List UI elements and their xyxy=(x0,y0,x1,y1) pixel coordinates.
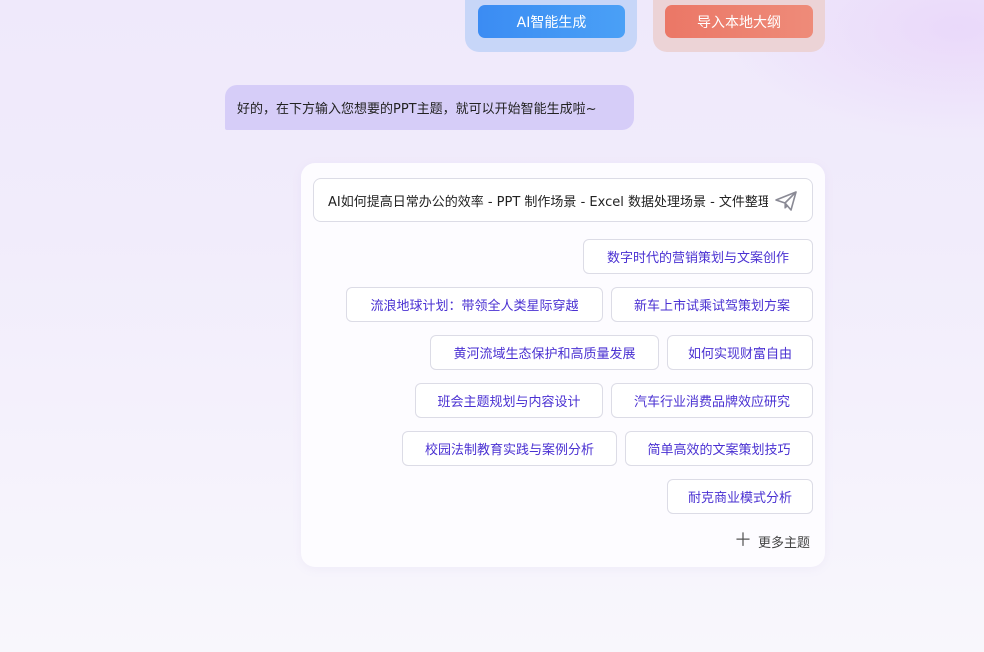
suggestion-chip[interactable]: 黄河流域生态保护和高质量发展 xyxy=(430,335,659,370)
suggestion-chip[interactable]: 流浪地球计划：带领全人类星际穿越 xyxy=(346,287,603,322)
import-outline-button[interactable]: 导入本地大纲 xyxy=(665,5,813,38)
ai-generate-button[interactable]: AI智能生成 xyxy=(478,5,625,38)
suggestion-chip[interactable]: 耐克商业模式分析 xyxy=(667,479,813,514)
bot-message-bubble: 好的，在下方输入您想要的PPT主题，就可以开始智能生成啦~ xyxy=(225,85,634,130)
bot-message-text: 好的，在下方输入您想要的PPT主题，就可以开始智能生成啦~ xyxy=(237,102,597,117)
plus-icon: ＋ xyxy=(734,530,752,551)
suggestion-chip[interactable]: 新车上市试乘试驾策划方案 xyxy=(611,287,813,322)
more-topics-button[interactable]: ＋ 更多主题 xyxy=(734,531,810,551)
suggestion-chip[interactable]: 如何实现财富自由 xyxy=(667,335,813,370)
paper-plane-icon[interactable] xyxy=(774,190,798,212)
suggestion-chip[interactable]: 简单高效的文案策划技巧 xyxy=(625,431,813,466)
suggestion-chip[interactable]: 班会主题规划与内容设计 xyxy=(415,383,603,418)
topic-input[interactable]: AI如何提高日常办公的效率 - PPT 制作场景 - Excel 数据处理场景 … xyxy=(313,178,813,222)
suggestion-chip[interactable]: 数字时代的营销策划与文案创作 xyxy=(583,239,813,274)
suggestion-chip[interactable]: 汽车行业消费品牌效应研究 xyxy=(611,383,813,418)
suggestion-chip[interactable]: 校园法制教育实践与案例分析 xyxy=(402,431,617,466)
topic-input-value[interactable]: AI如何提高日常办公的效率 - PPT 制作场景 - Excel 数据处理场景 … xyxy=(328,191,768,210)
more-topics-label: 更多主题 xyxy=(758,535,811,551)
